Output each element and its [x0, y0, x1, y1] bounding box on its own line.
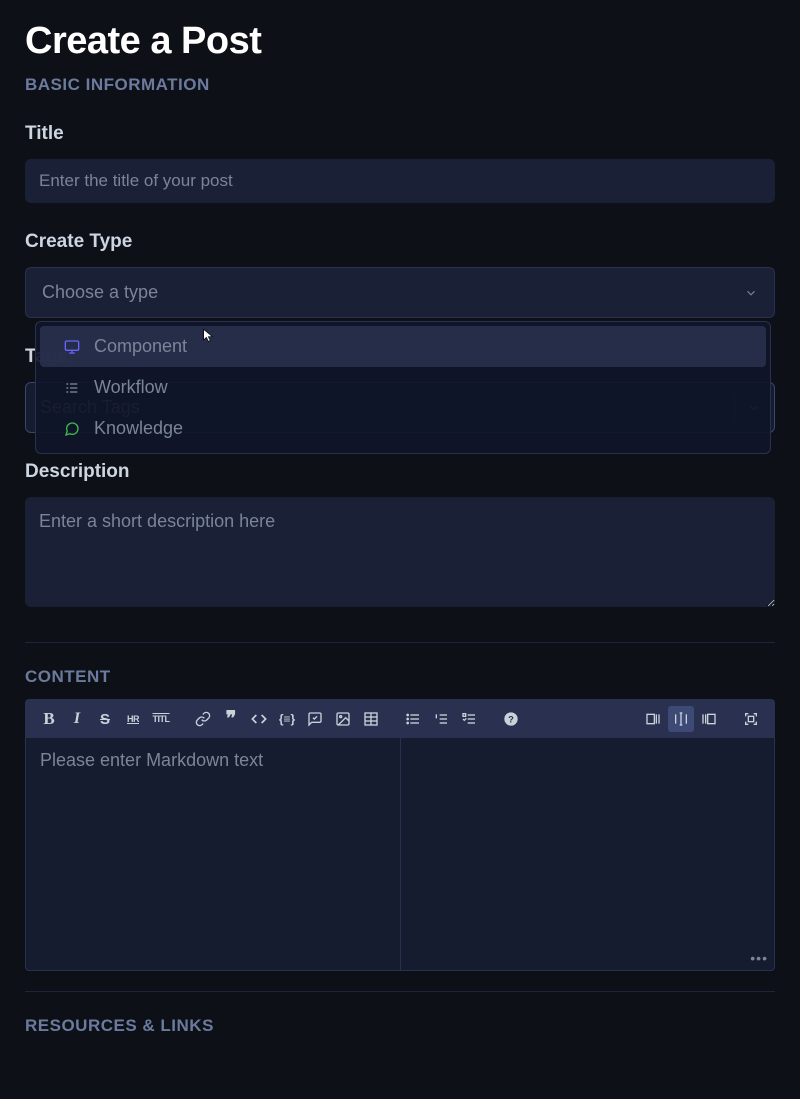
- editor-preview-pane: [401, 738, 775, 970]
- list-icon: [64, 380, 80, 396]
- ul-icon: [405, 711, 421, 727]
- italic-button[interactable]: I: [64, 706, 90, 732]
- editor-write-pane[interactable]: Please enter Markdown text: [26, 738, 401, 970]
- title-button[interactable]: TITL: [148, 706, 174, 732]
- chat-icon: [64, 421, 80, 437]
- comment-button[interactable]: [302, 706, 328, 732]
- editor-body: Please enter Markdown text •••: [26, 738, 774, 970]
- type-option-label: Knowledge: [94, 418, 183, 439]
- type-option-knowledge[interactable]: Knowledge: [40, 408, 766, 449]
- fullscreen-icon: [743, 711, 759, 727]
- hr-button[interactable]: HR: [120, 706, 146, 732]
- divider: [25, 991, 775, 992]
- divider: [25, 642, 775, 643]
- type-option-label: Workflow: [94, 377, 168, 398]
- description-label: Description: [25, 461, 775, 483]
- write-icon: [645, 711, 661, 727]
- type-option-workflow[interactable]: Workflow: [40, 367, 766, 408]
- image-icon: [335, 711, 351, 727]
- ol-icon: [433, 711, 449, 727]
- bold-button[interactable]: B: [36, 706, 62, 732]
- code-button[interactable]: [246, 706, 272, 732]
- help-button[interactable]: ?: [498, 706, 524, 732]
- create-type-label: Create Type: [25, 231, 775, 253]
- monitor-icon: [64, 339, 80, 355]
- title-label: Title: [25, 123, 775, 145]
- comment-icon: [307, 711, 323, 727]
- markdown-editor: B I S HR TITL ❞ {≡} ? Please enter Markd…: [25, 699, 775, 971]
- editor-toolbar: B I S HR TITL ❞ {≡} ?: [26, 700, 774, 738]
- write-mode-button[interactable]: [640, 706, 666, 732]
- ul-button[interactable]: [400, 706, 426, 732]
- section-basic-info: BASIC INFORMATION: [25, 75, 775, 95]
- description-textarea[interactable]: [25, 497, 775, 607]
- help-icon: ?: [503, 711, 519, 727]
- editor-placeholder: Please enter Markdown text: [40, 750, 386, 771]
- task-icon: [461, 711, 477, 727]
- fullscreen-button[interactable]: [738, 706, 764, 732]
- link-icon: [195, 711, 211, 727]
- create-type-dropdown: Component Workflow Knowledge: [35, 321, 771, 454]
- section-content: CONTENT: [25, 667, 775, 687]
- link-button[interactable]: [190, 706, 216, 732]
- create-type-select[interactable]: Choose a type: [25, 267, 775, 318]
- table-button[interactable]: [358, 706, 384, 732]
- image-button[interactable]: [330, 706, 356, 732]
- task-button[interactable]: [456, 706, 482, 732]
- split-icon: [673, 711, 689, 727]
- page-title: Create a Post: [25, 20, 775, 63]
- quote-button[interactable]: ❞: [218, 706, 244, 732]
- resize-handle[interactable]: •••: [750, 950, 768, 966]
- title-input[interactable]: [25, 159, 775, 203]
- code-icon: [251, 711, 267, 727]
- svg-text:?: ?: [508, 714, 514, 724]
- table-icon: [363, 711, 379, 727]
- chevron-down-icon: [744, 286, 758, 300]
- section-resources: RESOURCES & LINKS: [25, 1016, 775, 1036]
- split-mode-button[interactable]: [668, 706, 694, 732]
- type-option-component[interactable]: Component: [40, 326, 766, 367]
- preview-icon: [701, 711, 717, 727]
- ol-button[interactable]: [428, 706, 454, 732]
- strike-button[interactable]: S: [92, 706, 118, 732]
- codeblock-button[interactable]: {≡}: [274, 706, 300, 732]
- type-option-label: Component: [94, 336, 187, 357]
- create-type-placeholder: Choose a type: [42, 282, 158, 303]
- preview-mode-button[interactable]: [696, 706, 722, 732]
